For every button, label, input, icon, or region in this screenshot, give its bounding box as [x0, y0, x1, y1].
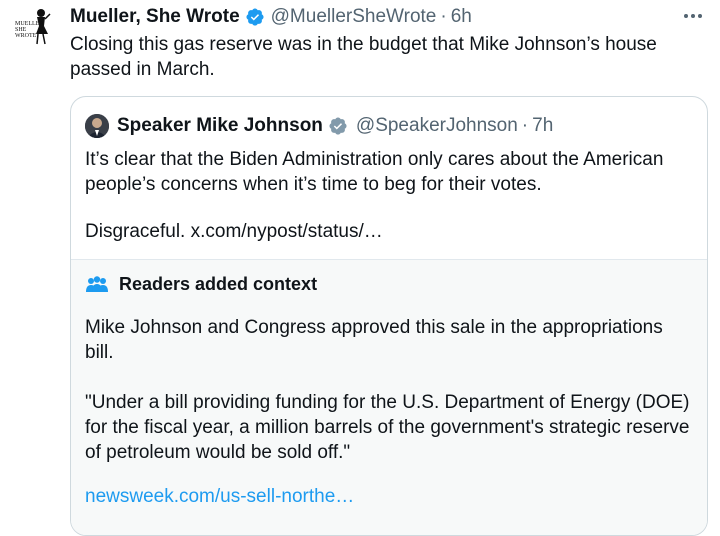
community-notes-panel: Readers added context Mike Johnson and C…: [71, 259, 707, 535]
avatar-text: MUELLER SHE WROTE: [15, 21, 43, 39]
community-notes-title: Readers added context: [119, 274, 318, 294]
quoted-author-handle[interactable]: @SpeakerJohnson: [356, 115, 518, 137]
separator-dot: ·: [440, 6, 447, 27]
tweet[interactable]: MUELLER SHE WROTE Mueller, She Wrote @Mu…: [0, 0, 720, 536]
community-notes-body: Mike Johnson and Congress approved this …: [85, 315, 690, 490]
tweet-header: Mueller, She Wrote @MuellerSheWrote · 6h: [70, 4, 472, 30]
quoted-author-avatar[interactable]: [85, 114, 109, 138]
people-icon: [85, 275, 109, 295]
context-source-link[interactable]: newsweek.com/us-sell-northe…: [85, 484, 354, 509]
avatar-word-2: SHE WROTE: [15, 27, 37, 39]
quoted-separator-dot: ·: [521, 115, 529, 136]
quoted-tweet-text: It’s clear that the Biden Administration…: [85, 149, 664, 195]
quoted-tweet[interactable]: Speaker Mike Johnson @SpeakerJohnson · 7…: [70, 96, 708, 536]
tweet-time[interactable]: 6h: [451, 6, 472, 28]
context-paragraph-2: "Under a bill providing funding for the …: [85, 392, 690, 463]
tweet-text: Closing this gas reserve was in the budg…: [70, 34, 657, 80]
author-handle[interactable]: @MuellerSheWrote: [271, 6, 437, 28]
author-avatar[interactable]: MUELLER SHE WROTE: [14, 4, 60, 50]
quoted-tweet-link-line[interactable]: Disgraceful. x.com/nypost/status/…: [85, 219, 383, 244]
quoted-tweet-time[interactable]: 7h: [532, 115, 553, 137]
quoted-tweet-header: Speaker Mike Johnson @SpeakerJohnson · 7…: [85, 113, 553, 139]
more-options-icon[interactable]: [680, 6, 706, 26]
verified-badge-icon[interactable]: [245, 7, 265, 27]
quoted-author-name[interactable]: Speaker Mike Johnson: [117, 115, 323, 137]
author-name[interactable]: Mueller, She Wrote: [70, 6, 240, 28]
community-notes-header: Readers added context: [85, 274, 317, 295]
context-paragraph-1: Mike Johnson and Congress approved this …: [85, 317, 663, 363]
government-verified-badge-icon[interactable]: [328, 116, 348, 136]
